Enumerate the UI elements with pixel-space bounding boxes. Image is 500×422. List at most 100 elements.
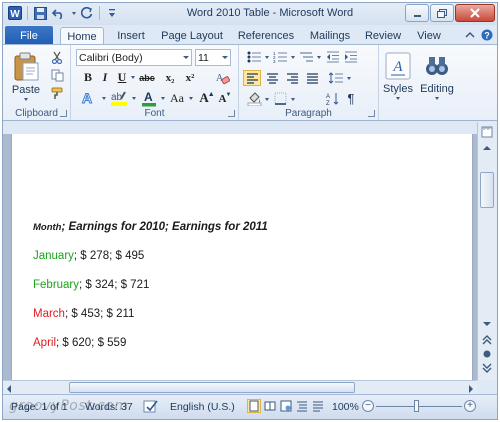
font-size-field[interactable]: 11: [195, 49, 231, 66]
align-center-icon: [266, 72, 278, 84]
undo-icon[interactable]: [51, 5, 67, 21]
change-case-button[interactable]: Aa: [167, 90, 187, 106]
numbering-icon: 123: [273, 51, 287, 63]
underline-dropdown-icon[interactable]: [131, 76, 135, 79]
ruler-toggle-icon[interactable]: [479, 124, 495, 140]
numbering-button[interactable]: 123: [271, 49, 289, 65]
font-group-label: Font: [144, 108, 165, 119]
copy-button[interactable]: [49, 67, 65, 83]
scroll-down-icon[interactable]: [479, 316, 495, 332]
align-left-button[interactable]: [243, 70, 261, 86]
text-effects-button[interactable]: A: [78, 89, 100, 107]
shading-dropdown-icon[interactable]: [265, 98, 269, 101]
zoom-out-button[interactable]: −: [362, 400, 374, 412]
show-formatting-button[interactable]: ¶: [343, 90, 359, 107]
tab-view[interactable]: View: [413, 27, 445, 45]
word-app-icon[interactable]: W: [7, 5, 23, 21]
document-page[interactable]: Month; Earnings for 2010; Earnings for 2…: [11, 134, 473, 380]
line-spacing-button[interactable]: [327, 70, 345, 86]
draft-view-icon[interactable]: [311, 399, 325, 413]
text-highlight-button[interactable]: ab: [108, 89, 130, 107]
tab-file[interactable]: File: [5, 26, 53, 45]
tab-mailings[interactable]: Mailings: [305, 27, 355, 45]
line-spacing-dropdown-icon[interactable]: [347, 77, 351, 80]
web-layout-view-icon[interactable]: [279, 399, 293, 413]
heading-line: Month; Earnings for 2010; Earnings for 2…: [33, 221, 268, 233]
vertical-scrollbar[interactable]: [477, 122, 496, 380]
shading-icon: [247, 91, 261, 106]
borders-dropdown-icon[interactable]: [291, 98, 295, 101]
restore-button[interactable]: [430, 4, 454, 22]
text-effects-dropdown-icon[interactable]: [102, 97, 106, 100]
font-name-field[interactable]: Calibri (Body): [76, 49, 192, 66]
heading-month: Month: [33, 222, 62, 233]
minimize-ribbon-icon[interactable]: [465, 31, 475, 39]
save-icon[interactable]: [32, 5, 48, 21]
tab-references[interactable]: References: [234, 27, 298, 45]
language-indicator[interactable]: English (U.S.): [170, 401, 235, 413]
clear-formatting-button[interactable]: A: [213, 69, 231, 86]
vertical-scroll-thumb[interactable]: [480, 172, 494, 208]
increase-indent-button[interactable]: [343, 49, 359, 65]
minimize-button[interactable]: [405, 4, 429, 22]
tab-insert[interactable]: Insert: [111, 27, 151, 45]
customize-qat-icon[interactable]: [104, 5, 120, 21]
decrease-indent-button[interactable]: [325, 49, 341, 65]
proofing-icon[interactable]: [143, 399, 159, 417]
multilevel-dropdown-icon[interactable]: [317, 56, 321, 59]
editing-dropdown-icon: [435, 97, 439, 100]
list-item: March; $ 453; $ 211: [33, 308, 134, 320]
zoom-level[interactable]: 100%: [332, 401, 359, 413]
format-painter-button[interactable]: [49, 85, 65, 101]
bullets-dropdown-icon[interactable]: [265, 56, 269, 59]
tab-page-layout[interactable]: Page Layout: [159, 27, 225, 45]
outline-view-icon[interactable]: [295, 399, 309, 413]
justify-button[interactable]: [303, 70, 321, 86]
zoom-in-button[interactable]: +: [464, 400, 476, 412]
next-page-icon[interactable]: [479, 360, 495, 376]
scroll-up-icon[interactable]: [479, 140, 495, 156]
cut-button[interactable]: [49, 49, 65, 65]
clipboard-launcher[interactable]: [60, 110, 67, 117]
editing-label: Editing: [420, 83, 454, 95]
grow-font-button[interactable]: A ▲: [199, 89, 215, 107]
align-right-button[interactable]: [283, 70, 301, 86]
bold-button[interactable]: B: [80, 69, 96, 86]
horizontal-scroll-thumb[interactable]: [69, 382, 355, 393]
tab-review[interactable]: Review: [363, 27, 403, 45]
status-bar: Page: 1 of 1 Words: 37 groovyPost.com En…: [3, 394, 497, 419]
undo-dropdown-icon[interactable]: [72, 11, 76, 15]
align-center-button[interactable]: [263, 70, 281, 86]
superscript-button[interactable]: x²: [181, 69, 199, 86]
qat-separator: [99, 6, 100, 20]
editing-button[interactable]: Editing: [419, 48, 455, 104]
bullets-button[interactable]: [245, 49, 263, 65]
borders-button[interactable]: [271, 90, 289, 107]
italic-button[interactable]: I: [98, 69, 112, 86]
full-screen-reading-view-icon[interactable]: [263, 399, 277, 413]
font-color-icon: A: [142, 90, 156, 106]
close-button[interactable]: [455, 4, 495, 22]
strikethrough-button[interactable]: abc: [137, 70, 157, 86]
horizontal-scrollbar[interactable]: [3, 380, 477, 394]
styles-button[interactable]: A Styles: [381, 48, 415, 104]
font-color-button[interactable]: A: [139, 89, 159, 107]
print-layout-view-icon[interactable]: [247, 399, 261, 413]
underline-button[interactable]: U: [115, 69, 129, 86]
subscript-button[interactable]: x₂: [161, 69, 179, 86]
change-case-dropdown-icon[interactable]: [189, 97, 193, 100]
multilevel-list-button[interactable]: [297, 49, 315, 65]
paragraph-launcher[interactable]: [368, 110, 375, 117]
shading-button[interactable]: [245, 90, 263, 107]
font-launcher[interactable]: [228, 110, 235, 117]
numbering-dropdown-icon[interactable]: [291, 56, 295, 59]
help-icon[interactable]: ?: [481, 29, 493, 41]
sort-button[interactable]: AZ: [325, 90, 341, 107]
shrink-font-button[interactable]: A ▼: [217, 90, 233, 107]
zoom-slider-thumb[interactable]: [414, 400, 419, 412]
paste-button[interactable]: Paste: [9, 48, 43, 104]
zoom-slider-track[interactable]: [376, 406, 462, 407]
highlight-dropdown-icon[interactable]: [132, 97, 136, 100]
redo-icon[interactable]: [79, 5, 95, 21]
font-color-dropdown-icon[interactable]: [161, 97, 165, 100]
